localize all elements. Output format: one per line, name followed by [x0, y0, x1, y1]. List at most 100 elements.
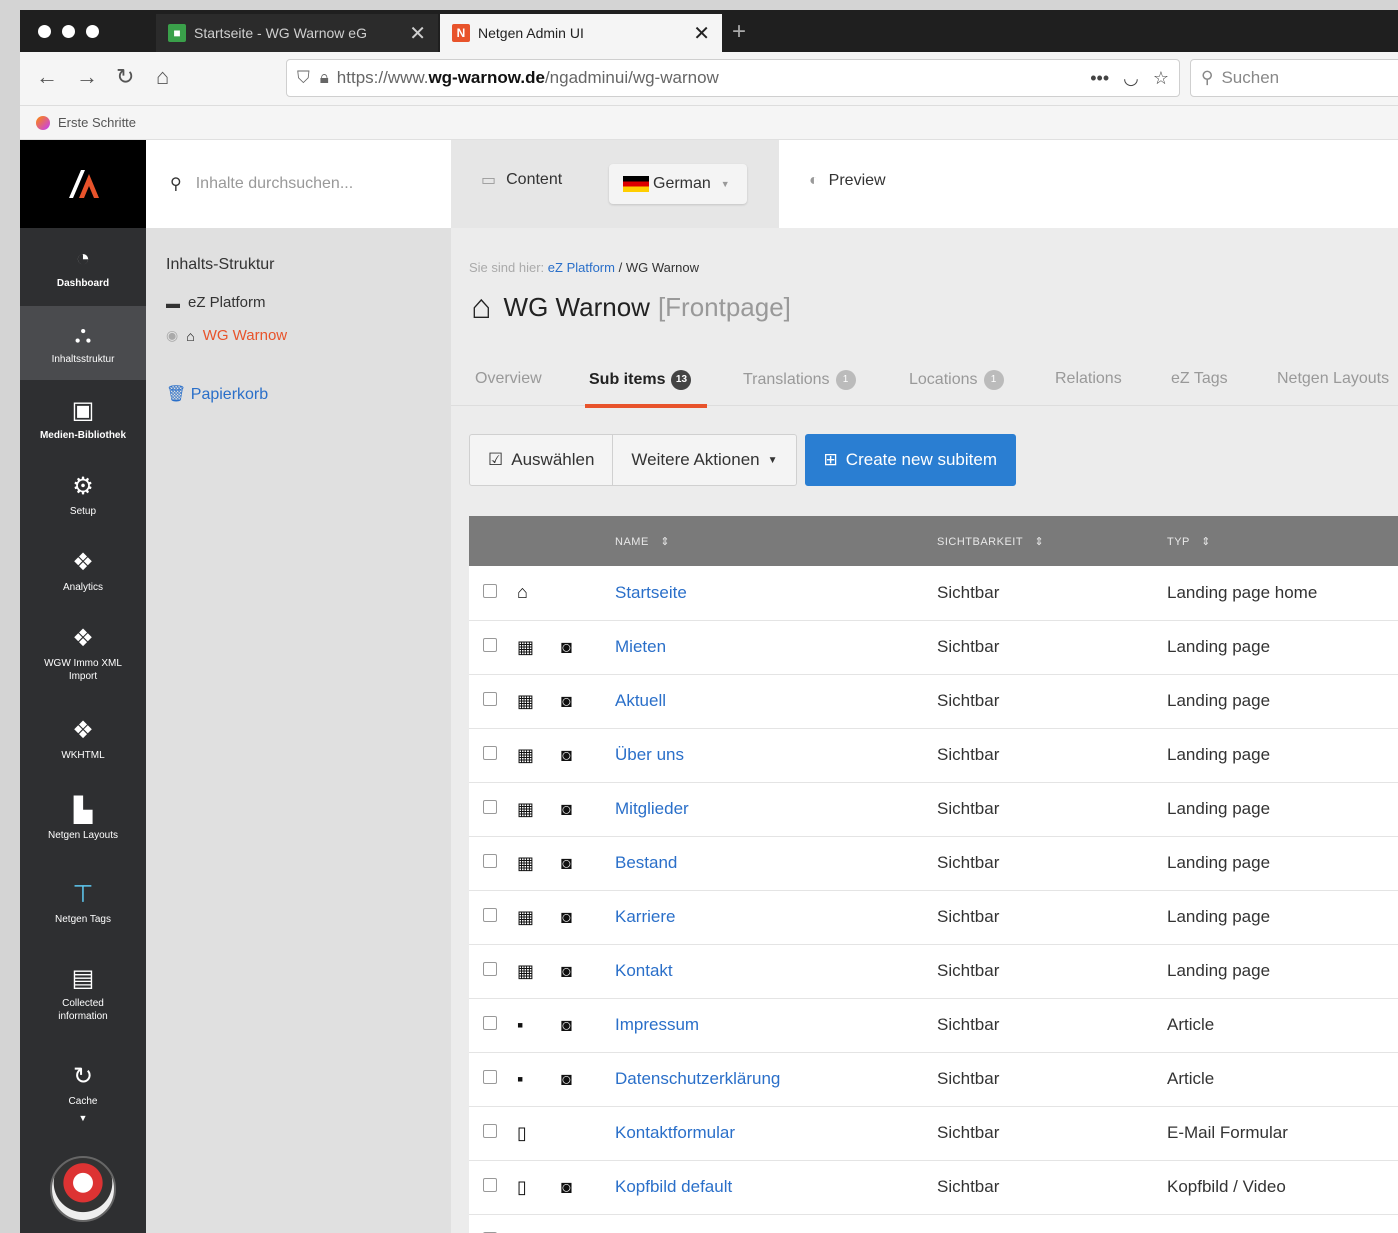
bookmarks-bar: Erste Schritte [20, 106, 1398, 140]
create-subitem-button[interactable]: ⊞ Create new subitem [804, 434, 1016, 486]
table-row[interactable]: ▦ ◙ Mitglieder Sichtbar Landing page [469, 782, 1398, 837]
content-search-input[interactable]: Inhalte durchsuchen... [196, 175, 353, 193]
content-button[interactable]: ▭ Content [481, 170, 562, 190]
new-tab-icon[interactable]: + [732, 18, 746, 46]
bookmark-star-icon[interactable]: ☆ [1153, 68, 1169, 89]
nav-netgen-tags[interactable]: ⊤ Netgen Tags [20, 882, 146, 926]
forward-icon[interactable]: → [76, 64, 98, 90]
row-checkbox[interactable] [483, 746, 497, 760]
row-checkbox[interactable] [483, 1016, 497, 1030]
cubes-icon: ❖ [72, 625, 94, 652]
content-type-icon: ▦ [517, 744, 535, 765]
nav-wkhtml[interactable]: ❖ WKHTML [20, 718, 146, 762]
reload-icon[interactable]: ↻ [116, 64, 134, 90]
more-actions-button[interactable]: Weitere Aktionen ▼ [613, 434, 797, 486]
sort-icon: ⇕ [660, 535, 671, 548]
back-icon[interactable]: ← [36, 64, 58, 90]
window-close-dot[interactable] [38, 25, 51, 38]
table-row[interactable]: ✕VerwaltungSichtbarOrdner Verwaltung [469, 1214, 1398, 1233]
row-checkbox[interactable] [483, 800, 497, 814]
row-checkbox[interactable] [483, 1124, 497, 1138]
netgen-logo[interactable] [20, 140, 146, 228]
window-zoom-dot[interactable] [86, 25, 99, 38]
language-select[interactable]: German ▼ [609, 164, 747, 204]
item-name-link[interactable]: Karriere [615, 907, 675, 926]
row-checkbox[interactable] [483, 854, 497, 868]
table-row[interactable]: ▦ ◙ Bestand Sichtbar Landing page [469, 836, 1398, 891]
item-name-link[interactable]: Kontakt [615, 961, 673, 980]
tab-netgen-layouts[interactable]: Netgen Layouts [1277, 370, 1389, 388]
nav-dashboard[interactable]: ◔ Dashboard [20, 246, 146, 290]
tab-relations[interactable]: Relations [1055, 370, 1122, 388]
nav-netgen-layouts[interactable]: ▙ Netgen Layouts [20, 798, 146, 842]
table-row[interactable]: ⌂ Startseite Sichtbar Landing page home [469, 566, 1398, 621]
row-checkbox[interactable] [483, 583, 497, 598]
pocket-icon[interactable]: ◡ [1123, 68, 1139, 89]
sort-name-header[interactable]: NAME ⇕ [615, 516, 937, 566]
close-icon[interactable]: ✕ [693, 21, 710, 46]
item-name-link[interactable]: Kontaktformular [615, 1123, 735, 1142]
item-name-link[interactable]: Über uns [615, 745, 684, 764]
table-row[interactable]: ▪ ◙ Datenschutzerklärung Sichtbar Article [469, 1052, 1398, 1107]
row-checkbox[interactable] [483, 692, 497, 706]
table-row[interactable]: ▦ ◙ Mieten Sichtbar Landing page [469, 620, 1398, 675]
lock-icon[interactable]: 🔒︎ [320, 68, 329, 88]
trash-link[interactable]: 🗑︎ Papierkorb [166, 384, 431, 404]
window-minimize-dot[interactable] [62, 25, 75, 38]
table-row[interactable]: ▪ ◙ Impressum Sichtbar Article [469, 998, 1398, 1053]
tab-sub-items[interactable]: Sub items 13 [589, 370, 692, 390]
table-row[interactable]: ▦ ◙ Kontakt Sichtbar Landing page [469, 944, 1398, 999]
item-name-link[interactable]: Bestand [615, 853, 677, 872]
tab-translations[interactable]: Translations 1 [743, 370, 856, 390]
item-name-link[interactable]: Aktuell [615, 691, 666, 710]
row-checkbox[interactable] [483, 908, 497, 922]
more-actions-icon[interactable]: ••• [1090, 68, 1109, 89]
nav-collected-information[interactable]: ▤ Collected information [20, 966, 146, 1023]
table-row[interactable]: ▦ ◙ Aktuell Sichtbar Landing page [469, 674, 1398, 729]
content-search[interactable]: ⚲ Inhalte durchsuchen... [146, 140, 451, 228]
browser-search-input[interactable]: ⚲ Suchen [1190, 59, 1398, 97]
table-row[interactable]: ▯ Kontaktformular Sichtbar E-Mail Formular [469, 1106, 1398, 1161]
browser-tab-netgen[interactable]: N Netgen Admin UI ✕ [440, 14, 722, 52]
avatar[interactable] [50, 1156, 116, 1222]
nav-cache[interactable]: ↻ Cache ▼ [20, 1064, 146, 1125]
row-checkbox[interactable] [483, 1070, 497, 1084]
table-row[interactable]: ▯ ◙ Kopfbild default Sichtbar Kopfbild / Vid… [469, 1160, 1398, 1215]
tree-node-root[interactable]: ▬ eZ Platform [166, 294, 431, 311]
nav-medien-bibliothek[interactable]: ▣ Medien-Bibliothek [20, 398, 146, 442]
item-name-link[interactable]: Datenschutzerklärung [615, 1069, 780, 1088]
browser-tab-startseite[interactable]: ■ Startseite - WG Warnow eG ✕ [156, 14, 438, 52]
nav-inhaltsstruktur[interactable]: ⛬ Inhaltsstruktur [20, 306, 146, 380]
nav-setup[interactable]: ⚙ Setup [20, 474, 146, 518]
row-checkbox[interactable] [483, 638, 497, 652]
tab-overview[interactable]: Overview [475, 370, 542, 388]
nav-analytics[interactable]: ❖ Analytics [20, 550, 146, 594]
item-name-link[interactable]: Kopfbild default [615, 1177, 732, 1196]
home-icon[interactable]: ⌂ [156, 64, 169, 90]
close-icon[interactable]: ✕ [409, 21, 426, 46]
shield-icon[interactable]: ⛉ [297, 68, 310, 88]
breadcrumb-link[interactable]: eZ Platform [548, 260, 615, 275]
table-row[interactable]: ▦ ◙ Karriere Sichtbar Landing page [469, 890, 1398, 945]
item-name-link[interactable]: Mitglieder [615, 799, 689, 818]
table-row[interactable]: ▦ ◙ Über uns Sichtbar Landing page [469, 728, 1398, 783]
nav-wgw-immo-xml-import[interactable]: ❖ WGW Immo XML Import [20, 626, 146, 683]
bookmark-erste-schritte[interactable]: Erste Schritte [58, 115, 136, 130]
row-checkbox[interactable] [483, 962, 497, 976]
toggle-icon[interactable]: ◉ [166, 327, 178, 344]
item-name-link[interactable]: Startseite [615, 583, 687, 602]
item-name-link[interactable]: Impressum [615, 1015, 699, 1034]
item-name-link[interactable]: Mieten [615, 637, 666, 656]
preview-button[interactable]: ◐ Preview [809, 172, 886, 190]
url-text[interactable]: https://www.wg-warnow.de/ngadminui/wg-wa… [337, 68, 719, 88]
sort-visibility-header[interactable]: SICHTBARKEIT ⇕ [937, 516, 1167, 566]
folder-icon: ▬ [166, 294, 180, 311]
url-bar[interactable]: ⛉ 🔒︎ https://www.wg-warnow.de/ngadminui/… [286, 59, 1180, 97]
select-button[interactable]: ☑ Auswählen [469, 434, 614, 486]
search-icon: ⚲ [1201, 68, 1214, 87]
tree-node-current[interactable]: ◉ ⌂ WG Warnow [166, 327, 431, 344]
sort-type-header[interactable]: TYP ⇕ [1167, 516, 1398, 566]
row-checkbox[interactable] [483, 1178, 497, 1192]
tab-locations[interactable]: Locations 1 [909, 370, 1004, 390]
tab-ez-tags[interactable]: eZ Tags [1171, 370, 1228, 388]
